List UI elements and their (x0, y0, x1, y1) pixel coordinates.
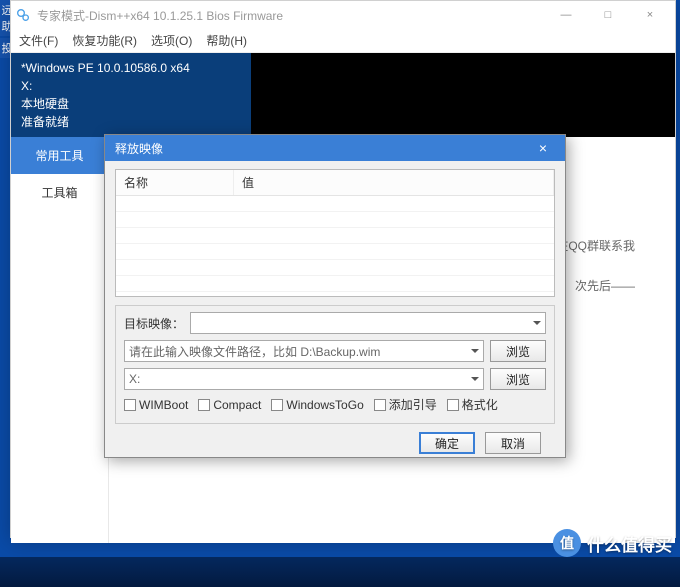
column-name[interactable]: 名称 (116, 170, 234, 195)
browse-image-button[interactable]: 浏览 (490, 340, 546, 362)
release-image-dialog: 释放映像 × 名称 值 目标映像： 请在此输入映像文件路径，比如 D:\Back… (104, 134, 566, 458)
sidebar: 常用工具 工具箱 (11, 137, 109, 543)
list-row (116, 212, 554, 228)
dialog-titlebar: 释放映像 × (105, 135, 565, 161)
image-listview[interactable]: 名称 值 (115, 169, 555, 297)
list-row (116, 196, 554, 212)
menu-options[interactable]: 选项(O) (151, 32, 192, 49)
menu-file[interactable]: 文件(F) (19, 32, 58, 49)
windowstogo-checkbox[interactable]: WindowsToGo (271, 396, 363, 413)
info-disk: 本地硬盘 (21, 95, 251, 113)
menu-recovery[interactable]: 恢复功能(R) (72, 32, 137, 49)
list-row (116, 244, 554, 260)
column-value[interactable]: 值 (234, 170, 554, 195)
gear-icon (15, 7, 31, 23)
background-text: 次先后—— (575, 277, 635, 294)
list-row (116, 276, 554, 292)
compact-checkbox[interactable]: Compact (198, 396, 261, 413)
close-button[interactable]: × (629, 1, 671, 29)
list-row (116, 260, 554, 276)
add-boot-checkbox[interactable]: 添加引导 (374, 396, 437, 413)
target-image-combo[interactable] (190, 312, 546, 334)
taskbar[interactable] (0, 557, 680, 587)
watermark-text: 什么值得买 (587, 531, 672, 556)
menubar: 文件(F) 恢复功能(R) 选项(O) 帮助(H) (11, 29, 675, 53)
browse-drive-button[interactable]: 浏览 (490, 368, 546, 390)
info-drive: X: (21, 77, 251, 95)
target-drive-combo[interactable]: X: (124, 368, 484, 390)
cancel-button[interactable]: 取消 (485, 432, 541, 454)
target-image-label: 目标映像： (124, 315, 184, 332)
sidebar-item-common-tools[interactable]: 常用工具 (11, 137, 108, 174)
watermark: 值 什么值得买 (553, 529, 672, 557)
info-os: *Windows PE 10.0.10586.0 x64 (21, 59, 251, 77)
format-checkbox[interactable]: 格式化 (447, 396, 498, 413)
sidebar-item-toolbox[interactable]: 工具箱 (11, 174, 108, 211)
minimize-button[interactable]: — (545, 1, 587, 29)
list-row (116, 228, 554, 244)
wimboot-checkbox[interactable]: WIMBoot (124, 396, 188, 413)
maximize-button[interactable]: □ (587, 1, 629, 29)
preview-pane (251, 53, 675, 137)
window-title: 专家模式-Dism++x64 10.1.25.1 Bios Firmware (37, 7, 283, 24)
menu-help[interactable]: 帮助(H) (206, 32, 247, 49)
target-form: 目标映像： 请在此输入映像文件路径，比如 D:\Backup.wim 浏览 X:… (115, 305, 555, 424)
ok-button[interactable]: 确定 (419, 432, 475, 454)
system-info-panel: *Windows PE 10.0.10586.0 x64 X: 本地硬盘 准备就… (11, 53, 675, 137)
dialog-close-button[interactable]: × (531, 140, 555, 156)
background-text: 在QQ群联系我 (556, 237, 635, 254)
info-status: 准备就绪 (21, 113, 251, 131)
titlebar: 专家模式-Dism++x64 10.1.25.1 Bios Firmware —… (11, 1, 675, 29)
watermark-icon: 值 (553, 529, 581, 557)
image-path-input[interactable]: 请在此输入映像文件路径，比如 D:\Backup.wim (124, 340, 484, 362)
dialog-title: 释放映像 (115, 140, 163, 157)
